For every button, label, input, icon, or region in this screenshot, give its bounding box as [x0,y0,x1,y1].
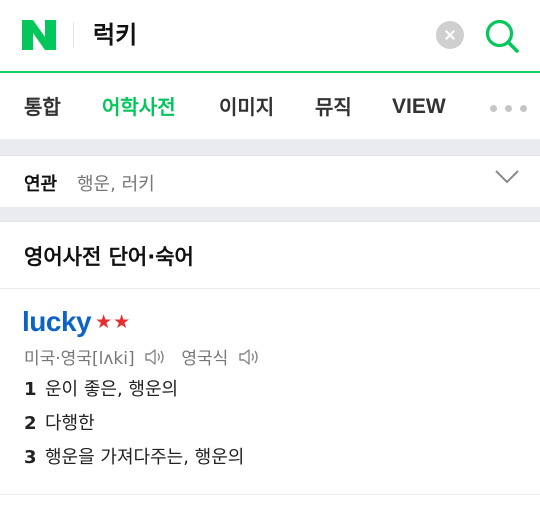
related-terms[interactable]: 행운, 러키 [77,170,155,196]
tab-images[interactable]: 이미지 [219,94,274,120]
tab-view[interactable]: VIEW [392,94,446,120]
chevron-down-icon[interactable] [495,170,519,184]
divider [0,494,540,495]
naver-logo[interactable] [22,20,56,50]
meaning-text: 다행한 [45,413,95,434]
search-input[interactable]: 럭키 [93,18,137,52]
section-divider [0,139,540,155]
speaker-icon[interactable] [144,347,166,367]
headword-link[interactable]: lucky [22,306,92,337]
search-button[interactable] [484,18,520,54]
pronunciation-us-uk: 미국·영국[lʌki] [24,349,135,369]
search-header: 럭키 [0,0,540,73]
meaning-item: 1 운이 좋은, 행운의 [24,378,524,412]
importance-stars: ★★ [95,311,132,333]
related-searches[interactable]: 연관 행운, 러키 [0,155,540,207]
meaning-text: 운이 좋은, 행운의 [45,379,179,400]
more-tabs-button[interactable] [490,105,528,113]
entry-headword-row: lucky ★★ [22,306,131,342]
meaning-number: 1 [24,379,37,400]
meaning-number: 3 [24,447,37,468]
search-icon [485,19,519,53]
logo-divider [73,22,74,48]
dictionary-card: 영어사전 단어·숙어 lucky ★★ 미국·영국[lʌki] 영국식 1 운이 좋… [0,221,540,509]
tab-integrated[interactable]: 통합 [24,94,61,120]
pronunciation-row: 미국·영국[lʌki] 영국식 [24,344,270,370]
divider [0,288,540,289]
meaning-text: 행운을 가져다주는, 행운의 [45,447,245,468]
dot-icon [505,105,512,112]
clear-search-button[interactable] [436,21,464,49]
meaning-item: 3 행운을 가져다주는, 행운의 [24,446,524,480]
meaning-list: 1 운이 좋은, 행운의 2 다행한 3 행운을 가져다주는, 행운의 [24,378,524,480]
section-divider [0,207,540,221]
speaker-icon[interactable] [238,347,260,367]
pronunciation-uk: 영국식 [181,349,229,369]
dot-icon [520,105,527,112]
section-title[interactable]: 영어사전 단어·숙어 [24,241,194,271]
related-label: 연관 [24,174,58,195]
meaning-item: 2 다행한 [24,412,524,446]
meaning-number: 2 [24,413,37,434]
tab-music[interactable]: 뮤직 [315,94,352,120]
dot-icon [490,105,497,112]
search-tabs: 통합 어학사전 이미지 뮤직 VIEW [0,75,540,139]
tab-dictionary[interactable]: 어학사전 [102,94,176,120]
